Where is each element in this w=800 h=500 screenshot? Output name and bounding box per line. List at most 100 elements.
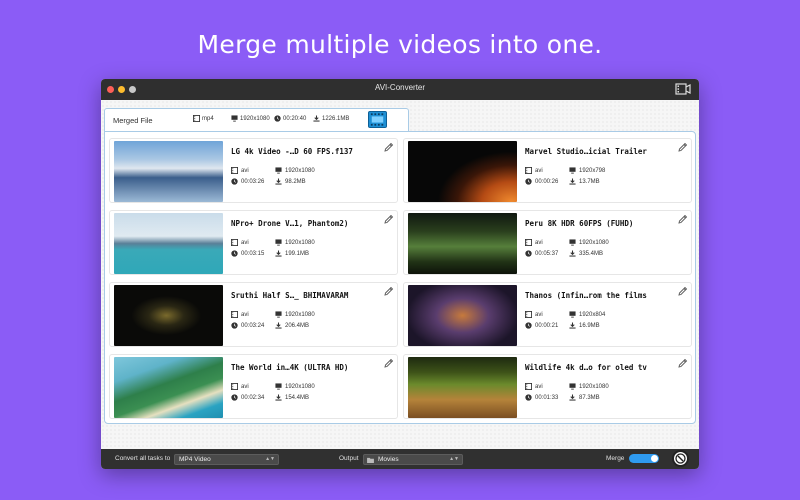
format-select[interactable]: MP4 Video ▲▼ [174,454,279,465]
folder-icon [367,457,374,463]
download-icon [569,250,576,257]
edit-pencil-icon[interactable] [384,142,394,152]
video-format: avi [231,383,249,390]
film-icon [525,383,532,390]
merged-duration: 00:20:40 [274,115,306,122]
monitor-icon [275,167,282,174]
video-duration: 00:01:33 [525,394,558,401]
video-thumbnail[interactable] [114,357,223,418]
film-icon [231,239,238,246]
video-card[interactable]: NPro+ Drone V…1, Phantom2) avi 1920x1080… [109,210,398,275]
film-icon [525,239,532,246]
download-icon [569,394,576,401]
video-format: avi [525,311,543,318]
monitor-icon [569,239,576,246]
video-format: avi [231,311,249,318]
edit-pencil-icon[interactable] [384,358,394,368]
video-card[interactable]: Marvel Studio…icial Trailer avi 1920x798… [403,138,692,203]
video-format: avi [525,167,543,174]
toggle-knob [651,455,658,462]
video-duration: 00:03:24 [231,322,264,329]
video-resolution: 1920x798 [569,167,605,174]
video-size: 199.1MB [275,250,309,257]
film-icon [231,167,238,174]
monitor-icon [569,383,576,390]
download-icon [275,322,282,329]
video-card[interactable]: Thanos (Infin…rom the films avi 1920x804… [403,282,692,347]
video-thumbnail[interactable] [408,141,517,202]
edit-pencil-icon[interactable] [678,214,688,224]
video-size: 154.4MB [275,394,309,401]
video-size: 16.9MB [569,322,600,329]
monitor-icon [231,115,238,122]
clock-icon [525,322,532,329]
monitor-icon [569,167,576,174]
title-bar: AVI-Converter [101,79,699,100]
video-duration: 00:00:26 [525,178,558,185]
merge-toggle[interactable] [629,454,659,463]
merged-size: 1226.1MB [313,115,349,122]
video-card[interactable]: LG 4k Video -…D 60 FPS.f137 avi 1920x108… [109,138,398,203]
film-icon [193,115,200,122]
video-format: avi [231,167,249,174]
bottom-bar: Convert all tasks to MP4 Video ▲▼ Output… [101,449,699,469]
output-label: Output [339,455,359,462]
edit-pencil-icon[interactable] [678,286,688,296]
download-icon [569,178,576,185]
monitor-icon [275,383,282,390]
video-title: Thanos (Infin…rom the films [525,291,647,300]
video-card[interactable]: Peru 8K HDR 60FPS (FUHD) avi 1920x1080 0… [403,210,692,275]
video-title: NPro+ Drone V…1, Phantom2) [231,219,349,228]
video-card[interactable]: Wildlife 4k d…o for oled tv avi 1920x108… [403,354,692,419]
video-title: Peru 8K HDR 60FPS (FUHD) [525,219,634,228]
video-card[interactable]: The World in…4K (ULTRA HD) avi 1920x1080… [109,354,398,419]
clock-icon [525,178,532,185]
download-icon [313,115,320,122]
video-format: avi [525,239,543,246]
video-size: 98.2MB [275,178,306,185]
video-size: 206.4MB [275,322,309,329]
video-resolution: 1920x1080 [569,383,609,390]
download-icon [275,250,282,257]
edit-pencil-icon[interactable] [678,142,688,152]
film-icon [525,167,532,174]
video-title: Marvel Studio…icial Trailer [525,147,647,156]
merged-file-tab[interactable]: Merged File mp4 1920x1080 00:20:40 1226.… [104,108,409,132]
edit-pencil-icon[interactable] [678,358,688,368]
video-title: Sruthi Half S…_ BHIMAVARAM [231,291,349,300]
video-thumbnail[interactable] [408,213,517,274]
video-resolution: 1920x804 [569,311,605,318]
output-select[interactable]: Movies ▲▼ [363,454,463,465]
video-title: LG 4k Video -…D 60 FPS.f137 [231,147,353,156]
video-thumbnail[interactable] [114,213,223,274]
video-duration: 00:05:37 [525,250,558,257]
video-duration: 00:00:21 [525,322,558,329]
video-resolution: 1920x1080 [275,167,315,174]
film-icon [525,311,532,318]
monitor-icon [275,239,282,246]
video-format: avi [231,239,249,246]
video-thumbnail[interactable] [114,141,223,202]
film-converter-icon[interactable] [675,82,691,96]
video-resolution: 1920x1080 [569,239,609,246]
video-thumbnail[interactable] [114,285,223,346]
edit-pencil-icon[interactable] [384,214,394,224]
clock-icon [274,115,281,122]
select-arrow-icon: ▲▼ [449,456,459,462]
monitor-icon [275,311,282,318]
convert-button[interactable] [672,450,689,467]
clock-icon [231,322,238,329]
video-thumbnail[interactable] [408,357,517,418]
video-thumbnail[interactable] [408,285,517,346]
clock-icon [231,178,238,185]
window-title: AVI-Converter [374,83,426,92]
download-icon [275,178,282,185]
video-title: Wildlife 4k d…o for oled tv [525,363,647,372]
video-size: 13.7MB [569,178,600,185]
clock-icon [525,250,532,257]
edit-pencil-icon[interactable] [384,286,394,296]
video-card[interactable]: Sruthi Half S…_ BHIMAVARAM avi 1920x1080… [109,282,398,347]
headline: Merge multiple videos into one. [197,30,603,59]
convert-icon [675,453,686,464]
clock-icon [231,250,238,257]
